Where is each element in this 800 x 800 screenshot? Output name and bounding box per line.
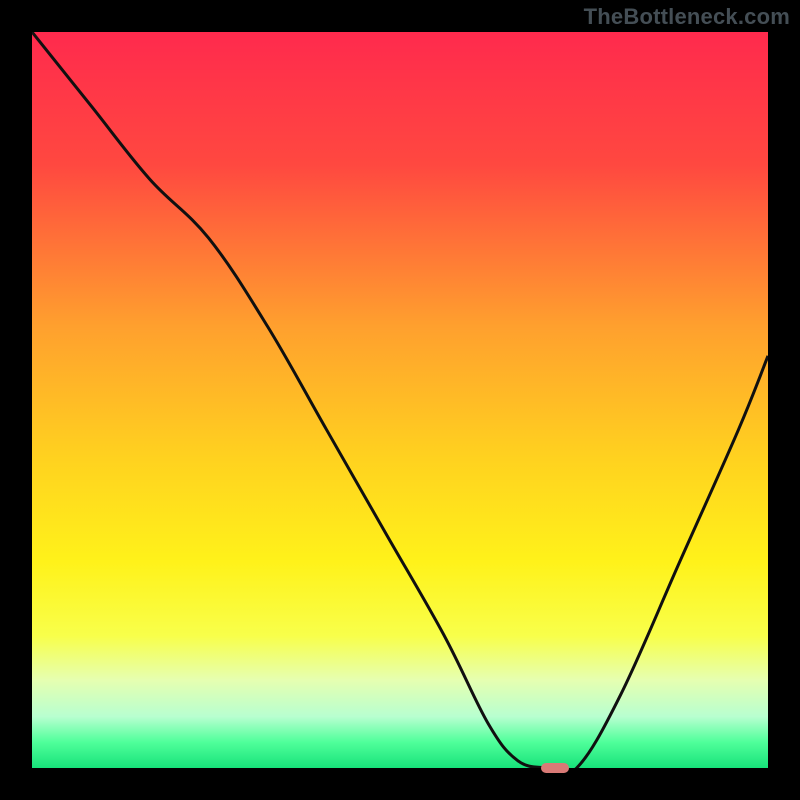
optimal-marker: [541, 763, 569, 773]
bottleneck-curve: [32, 32, 768, 768]
chart-frame: TheBottleneck.com: [0, 0, 800, 800]
watermark-text: TheBottleneck.com: [584, 4, 790, 30]
plot-area: [32, 32, 768, 768]
